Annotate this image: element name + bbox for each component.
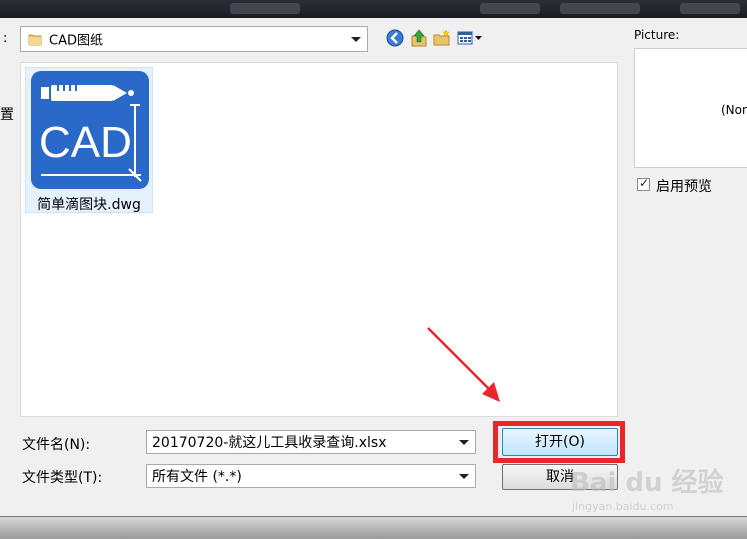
filetype-select[interactable]: 所有文件 (*.*) (146, 464, 476, 488)
new-folder-icon[interactable] (432, 28, 452, 48)
picture-preview: (None) (634, 48, 747, 168)
filename-value: 20170720-就这儿工具收录查询.xlsx (152, 435, 387, 451)
bottom-scrollbar[interactable] (0, 516, 747, 539)
filename-field[interactable]: 20170720-就这儿工具收录查询.xlsx (146, 430, 476, 454)
top-window-strip (0, 0, 747, 18)
filename-label: 文件名(N): (22, 437, 91, 453)
cad-file-icon: CAD (31, 71, 149, 189)
preview-checkbox[interactable]: ✓ (637, 176, 650, 191)
watermark-url: jingyan.baidu.com (572, 500, 674, 513)
watermark: Bai du 经验 (570, 468, 724, 498)
filetype-value: 所有文件 (*.*) (152, 469, 242, 485)
picture-label: Picture: (634, 28, 680, 42)
look-in-value: CAD图纸 (49, 33, 103, 49)
filetype-label: 文件类型(T): (22, 470, 103, 486)
highlight-box (493, 421, 625, 463)
picture-none-text: (None) (721, 103, 747, 117)
look-in-combobox[interactable]: CAD图纸 (20, 26, 368, 52)
file-list-pane[interactable]: CAD 简单滴图块.dwg (20, 62, 618, 417)
chevron-down-icon[interactable] (351, 37, 361, 42)
svg-text:CAD: CAD (39, 118, 132, 167)
chevron-down-icon[interactable] (459, 474, 469, 479)
side-label-fragment: 置 (0, 107, 14, 123)
view-menu-icon[interactable] (456, 28, 484, 48)
folder-icon (28, 34, 42, 46)
preview-label: 启用预览 (656, 179, 712, 195)
checkmark-icon: ✓ (639, 176, 650, 190)
file-name: 简单滴图块.dwg (37, 197, 141, 213)
file-item[interactable]: CAD 简单滴图块.dwg (25, 67, 153, 213)
look-in-label: : (3, 31, 8, 46)
up-folder-icon[interactable] (410, 28, 428, 48)
annotation-arrow-icon (427, 327, 500, 402)
back-icon[interactable] (386, 28, 404, 48)
chevron-down-icon[interactable] (459, 440, 469, 445)
